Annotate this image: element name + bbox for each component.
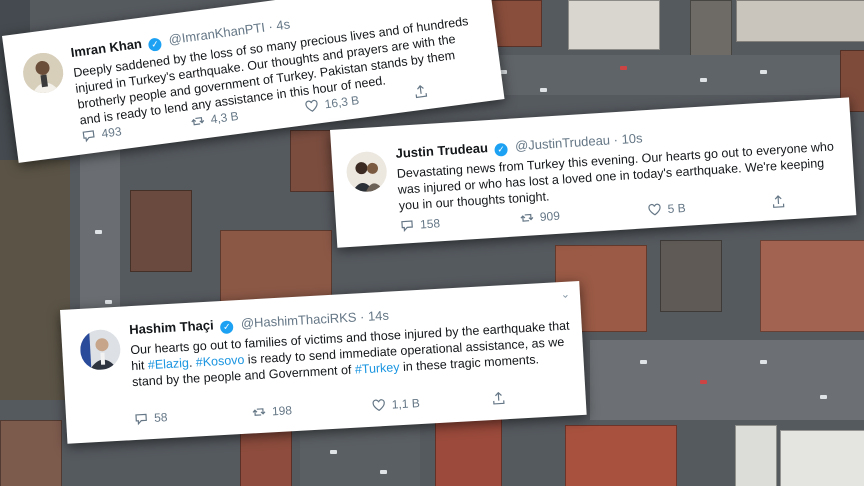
- avatar-photo: [79, 328, 122, 371]
- like-count: 5 B: [667, 200, 687, 216]
- like-count: 1,1 B: [391, 396, 421, 412]
- avatar-photo: [345, 150, 388, 193]
- author-name[interactable]: Justin Trudeau: [395, 140, 488, 161]
- avatar[interactable]: [345, 150, 388, 193]
- verified-badge-icon: ✓: [220, 320, 234, 335]
- reply-button[interactable]: 58: [134, 410, 168, 426]
- retweet-count: 909: [539, 208, 561, 224]
- share-icon: [772, 195, 785, 208]
- hashtag-link[interactable]: #Turkey: [354, 360, 399, 376]
- author-name[interactable]: Hashim Thaçi: [129, 317, 214, 337]
- reply-count: 493: [100, 124, 123, 141]
- retweet-icon: [191, 117, 205, 126]
- share-button[interactable]: [491, 391, 506, 406]
- retweet-icon: [520, 213, 534, 222]
- retweet-count: 198: [271, 403, 293, 419]
- share-icon: [415, 85, 428, 99]
- hashtag-link[interactable]: #Kosovo: [195, 353, 244, 370]
- verified-badge-icon: ✓: [147, 37, 163, 52]
- like-button[interactable]: 1,1 B: [371, 396, 420, 413]
- share-button[interactable]: [413, 84, 429, 100]
- avatar[interactable]: [20, 50, 66, 96]
- author-handle[interactable]: @HashimThaciRKS: [240, 309, 356, 330]
- like-button[interactable]: 5 B: [647, 201, 686, 217]
- reply-count: 158: [419, 216, 441, 232]
- chevron-down-icon[interactable]: ⌄: [560, 288, 570, 301]
- tweet-time[interactable]: · 4s: [267, 16, 290, 34]
- heart-icon: [305, 99, 318, 112]
- retweet-icon: [252, 408, 266, 416]
- share-icon: [493, 391, 505, 405]
- reply-icon: [135, 413, 147, 426]
- share-button[interactable]: [771, 195, 786, 210]
- heart-icon: [648, 203, 661, 216]
- tweet-time[interactable]: · 10s: [613, 130, 643, 147]
- reply-icon: [82, 130, 95, 143]
- reply-icon: [401, 220, 413, 233]
- author-handle[interactable]: @JustinTrudeau: [515, 132, 611, 153]
- retweet-count: 4,3 B: [209, 108, 240, 127]
- tweet-time[interactable]: · 14s: [360, 308, 390, 325]
- reply-count: 58: [153, 410, 168, 425]
- avatar-photo: [20, 50, 66, 96]
- verified-badge-icon: ✓: [494, 142, 509, 157]
- avatar[interactable]: [79, 328, 122, 371]
- retweet-button[interactable]: 198: [252, 403, 293, 419]
- heart-icon: [372, 399, 385, 412]
- hashtag-link[interactable]: #Elazig: [148, 356, 190, 372]
- retweet-button[interactable]: 909: [519, 209, 560, 225]
- like-count: 16,3 B: [323, 92, 361, 112]
- reply-button[interactable]: 158: [400, 216, 441, 233]
